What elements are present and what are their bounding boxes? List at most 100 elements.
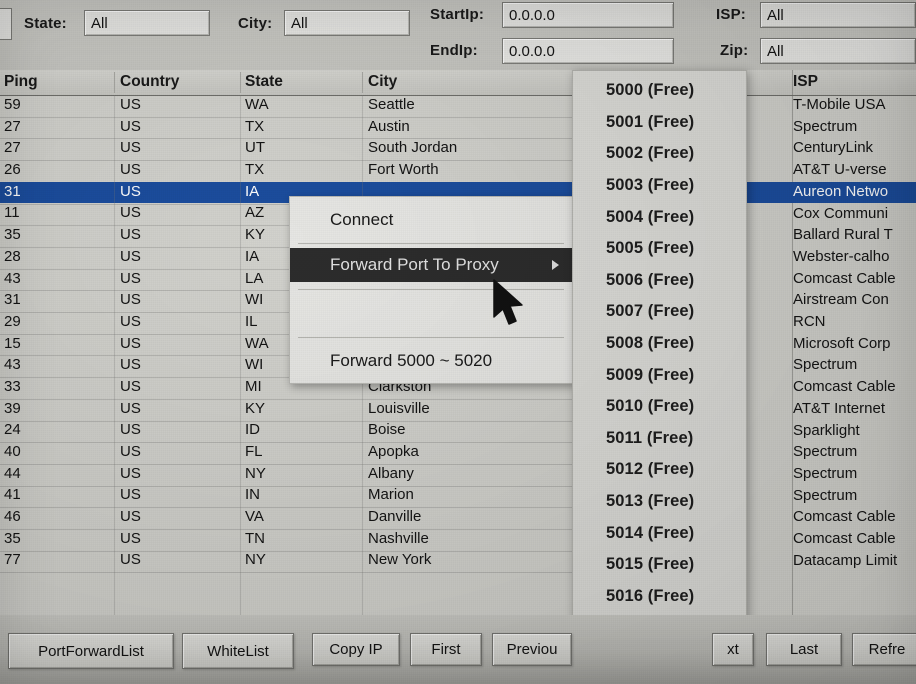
port-menu-item[interactable]: 5001 (Free) — [573, 107, 746, 139]
cell-isp: CenturyLink — [793, 139, 874, 157]
start-ip-input[interactable]: 0.0.0.0 — [502, 2, 674, 28]
city-label: City: — [238, 15, 273, 32]
column-header-isp[interactable]: ISP — [793, 73, 818, 91]
isp-row[interactable]: Comcast Cable — [746, 269, 916, 291]
copy-ip-button[interactable]: Copy IP — [312, 633, 400, 666]
port-menu-item[interactable]: 5011 (Free) — [573, 423, 746, 455]
menu-item-forward-port-to-proxy[interactable]: Forward Port To Proxy — [290, 248, 573, 282]
isp-row[interactable]: Spectrum — [746, 486, 916, 508]
previous-button[interactable]: Previou — [492, 633, 572, 666]
isp-row[interactable]: Ballard Rural T — [746, 225, 916, 247]
port-menu-item[interactable]: 5007 (Free) — [573, 296, 746, 328]
cell-isp: T-Mobile USA — [793, 96, 886, 113]
cell-country: US — [120, 334, 141, 352]
refresh-button[interactable]: Refre — [852, 633, 916, 666]
column-divider — [240, 95, 241, 615]
port-menu-item[interactable]: 5012 (Free) — [573, 454, 746, 486]
white-list-button[interactable]: WhiteList — [182, 633, 294, 669]
menu-item-connect[interactable]: Connect — [290, 203, 573, 237]
isp-input[interactable]: All — [760, 2, 916, 28]
column-header-state[interactable]: State — [245, 73, 283, 91]
cell-ping: 24 — [4, 421, 21, 439]
port-menu-item[interactable]: 5008 (Free) — [573, 328, 746, 360]
cutoff-input-left[interactable] — [0, 8, 12, 40]
port-menu-item[interactable]: 5006 (Free) — [573, 265, 746, 297]
cell-isp: Comcast Cable — [793, 269, 896, 287]
isp-row[interactable]: AT&T Internet — [746, 399, 916, 421]
port-menu-item[interactable]: 5003 (Free) — [573, 170, 746, 202]
cell-country: US — [120, 508, 141, 526]
cell-country: US — [120, 204, 141, 222]
port-menu-item[interactable]: 5004 (Free) — [573, 201, 746, 233]
menu-item-forward-range[interactable]: Forward 5000 ~ 5020 — [290, 344, 573, 378]
port-menu-item[interactable]: 5015 (Free) — [573, 549, 746, 581]
state-input[interactable]: All — [84, 10, 210, 36]
port-menu-item[interactable]: 5000 (Free) — [573, 75, 746, 107]
cell-city: Nashville — [368, 529, 429, 547]
isp-row[interactable]: Spectrum — [746, 355, 916, 377]
cell-country: US — [120, 139, 141, 157]
column-header-ping[interactable]: Ping — [4, 73, 38, 91]
cell-state: TX — [245, 161, 265, 179]
port-submenu[interactable]: 5000 (Free) 5001 (Free) 5002 (Free) 5003 (F… — [572, 70, 747, 684]
last-button[interactable]: Last — [766, 633, 842, 666]
port-menu-item[interactable]: 5016 (Free) — [573, 581, 746, 613]
isp-row[interactable]: Comcast Cable — [746, 377, 916, 399]
column-header-city[interactable]: City — [368, 73, 397, 91]
zip-input[interactable]: All — [760, 38, 916, 64]
cell-isp: Spectrum — [793, 464, 858, 482]
cell-country: US — [120, 247, 141, 265]
column-header-country[interactable]: Country — [120, 73, 179, 91]
port-menu-item[interactable]: 5005 (Free) — [573, 233, 746, 265]
isp-row[interactable]: Aureon Netwo — [746, 181, 916, 204]
isp-row[interactable]: Cox Communi — [746, 204, 916, 226]
cell-state: IN — [245, 486, 260, 504]
port-menu-item[interactable]: 5002 (Free) — [573, 138, 746, 170]
cell-ping: 40 — [4, 443, 21, 460]
context-menu[interactable]: Connect Forward Port To Proxy Forward 50… — [289, 196, 574, 384]
isp-row[interactable]: T-Mobile USA — [746, 95, 916, 117]
isp-row[interactable]: Webster-calho — [746, 247, 916, 269]
isp-row[interactable]: Spectrum — [746, 464, 916, 486]
cell-ping: 39 — [4, 399, 21, 417]
isp-panel[interactable]: ISP T-Mobile USA Spectrum CenturyLink AT&T … — [745, 70, 916, 615]
cell-ping: 29 — [4, 312, 21, 330]
isp-row[interactable]: Comcast Cable — [746, 529, 916, 551]
cell-isp: AT&T Internet — [793, 399, 885, 417]
cell-city: Apopka — [368, 443, 419, 460]
cell-ping: 35 — [4, 226, 21, 244]
port-menu-item[interactable]: 5009 (Free) — [573, 359, 746, 391]
port-menu-item[interactable]: 5010 (Free) — [573, 391, 746, 423]
port-menu-item[interactable]: 5014 (Free) — [573, 517, 746, 549]
city-input[interactable]: All — [284, 10, 410, 36]
isp-row[interactable]: Spectrum — [746, 117, 916, 139]
isp-row[interactable]: AT&T U-verse — [746, 160, 916, 182]
column-divider — [114, 95, 115, 615]
port-forward-list-button[interactable]: PortForwardList — [8, 633, 174, 669]
menu-separator — [298, 337, 564, 338]
cell-ping: 44 — [4, 464, 21, 482]
end-ip-input[interactable]: 0.0.0.0 — [502, 38, 674, 64]
next-button[interactable]: xt — [712, 633, 754, 666]
first-button[interactable]: First — [410, 633, 482, 666]
cell-ping: 35 — [4, 529, 21, 547]
isp-row[interactable]: Datacamp Limit — [746, 551, 916, 573]
isp-row[interactable]: RCN — [746, 312, 916, 334]
cell-ping: 43 — [4, 269, 21, 287]
isp-row[interactable]: Microsoft Corp — [746, 334, 916, 356]
cell-isp: Spectrum — [793, 117, 858, 135]
isp-row[interactable]: Airstream Con — [746, 290, 916, 312]
cell-state: KY — [245, 399, 266, 417]
port-menu-item[interactable]: 5013 (Free) — [573, 486, 746, 518]
cell-isp: Airstream Con — [793, 291, 889, 309]
cell-city: South Jordan — [368, 139, 458, 157]
cell-state: UT — [245, 139, 265, 157]
cell-ping: 26 — [4, 161, 21, 179]
menu-item-label: Forward Port To Proxy — [330, 255, 499, 274]
cell-isp: RCN — [793, 313, 826, 330]
isp-row[interactable]: Comcast Cable — [746, 507, 916, 529]
isp-row[interactable]: Sparklight — [746, 421, 916, 443]
isp-row[interactable]: Spectrum — [746, 442, 916, 464]
cell-state: ID — [245, 421, 260, 439]
isp-row[interactable]: CenturyLink — [746, 138, 916, 160]
